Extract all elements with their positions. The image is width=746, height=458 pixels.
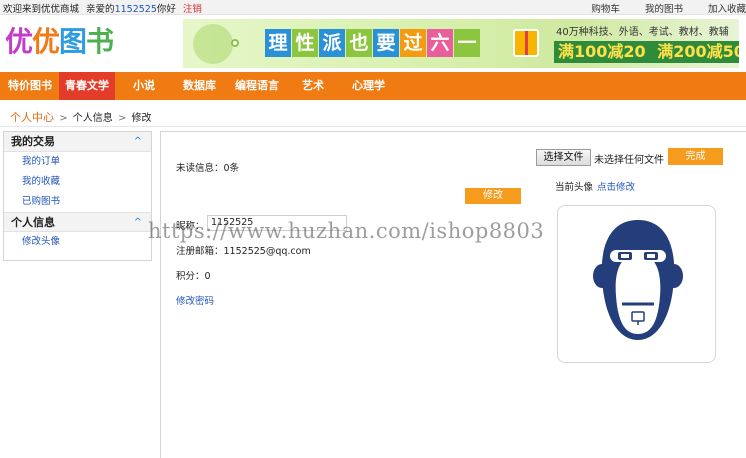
banner-dot-decoration: [231, 39, 239, 47]
breadcrumb-current: 修改: [131, 113, 152, 124]
email-label: 注册邮箱：: [176, 246, 224, 257]
chevron-up-icon[interactable]: ^: [134, 132, 142, 152]
section-title: 我的交易: [11, 135, 55, 148]
email-value: 1152525@qq.com: [223, 246, 311, 257]
breadcrumb: 个人中心 > 个人信息 > 修改: [10, 109, 152, 125]
slogan-char: 派: [319, 29, 345, 57]
choose-file-button[interactable]: 选择文件: [536, 149, 591, 166]
add-favorite-link[interactable]: 加入收藏: [708, 1, 746, 15]
logo-char: 优: [5, 25, 33, 58]
change-password-link[interactable]: 修改密码: [176, 293, 214, 307]
banner-promo-text: 40万种科技、外语、考试、教材、教辅: [556, 27, 729, 38]
nav-item-discount-books[interactable]: 特价图书: [8, 72, 52, 100]
discount-2: 满200减50: [657, 42, 739, 61]
nav-item-programming[interactable]: 编程语言: [235, 72, 279, 100]
slogan-char: 要: [373, 29, 399, 57]
sidebar-section-transactions[interactable]: 我的交易 ^: [4, 132, 151, 152]
chevron-up-icon[interactable]: ^: [134, 213, 142, 233]
welcome-message: 欢迎来到优优商城 亲爱的1152525你好 注销: [3, 1, 202, 15]
top-bar: 欢迎来到优优商城 亲爱的1152525你好 注销 购物车 我的图书 加入收藏: [0, 0, 746, 15]
sidebar-section-personal-info[interactable]: 个人信息 ^: [4, 212, 151, 232]
username: 1152525: [114, 4, 157, 15]
watermark: https://www.huzhan.com/ishop8803: [148, 219, 545, 243]
category-nav: 特价图书 青春文学 小说 数据库 编程语言 艺术 心理学: [0, 72, 746, 100]
unread-label: 未读信息：: [176, 163, 224, 174]
header: 优优图书 理 性 派 也 要 过 六 一 40万种科技、外语、考试、教材、教辅 …: [0, 16, 746, 70]
nav-item-youth-literature[interactable]: 青春文学: [59, 72, 115, 100]
welcome-text: 欢迎来到优优商城: [3, 4, 80, 15]
slogan-char: 六: [427, 29, 453, 57]
greeting-suffix: 你好: [156, 4, 176, 15]
top-links: 购物车 我的图书 加入收藏: [569, 1, 746, 15]
logo-char: 图: [59, 25, 87, 58]
slogan-char: 也: [346, 29, 372, 57]
nav-item-database[interactable]: 数据库: [183, 72, 216, 100]
slogan-char: 理: [265, 29, 291, 57]
breadcrumb-root[interactable]: 个人中心: [10, 111, 54, 124]
cart-link[interactable]: 购物车: [591, 1, 620, 15]
sidebar-item-my-favorites[interactable]: 我的收藏: [4, 172, 151, 192]
monkey-avatar-icon: [593, 220, 683, 340]
done-button[interactable]: 完成: [668, 148, 723, 165]
section-title: 个人信息: [11, 216, 55, 229]
slogan-char: 一: [454, 29, 480, 57]
sidebar-item-change-avatar[interactable]: 修改头像: [4, 232, 151, 252]
site-logo[interactable]: 优优图书: [5, 20, 114, 60]
current-avatar-label: 当前头像: [555, 182, 594, 193]
points-label: 积分：: [176, 271, 205, 282]
logout-link[interactable]: 注销: [183, 4, 202, 15]
slogan-char: 性: [292, 29, 318, 57]
modify-button[interactable]: 修改: [465, 188, 521, 204]
promo-banner[interactable]: 理 性 派 也 要 过 六 一 40万种科技、外语、考试、教材、教辅 满100减…: [183, 19, 739, 68]
discount-1: 满100减20: [558, 42, 646, 61]
nav-item-novel[interactable]: 小说: [133, 72, 155, 100]
click-to-modify-link[interactable]: 点击修改: [597, 182, 635, 193]
greeting-prefix: 亲爱的: [86, 4, 115, 15]
email-row: 注册邮箱：1152525@qq.com: [176, 243, 311, 257]
nav-item-art[interactable]: 艺术: [302, 72, 324, 100]
sidebar: 我的交易 ^ 我的订单 我的收藏 已购图书 个人信息 ^ 修改头像: [3, 131, 152, 261]
banner-circle-decoration: [193, 24, 233, 64]
banner-slogan: 理 性 派 也 要 过 六 一: [265, 29, 481, 57]
breadcrumb-separator: >: [117, 113, 127, 124]
points-value: 0: [204, 271, 211, 282]
sidebar-item-my-orders[interactable]: 我的订单: [4, 152, 151, 172]
unread-messages: 未读信息：0条: [176, 160, 239, 174]
unread-value: 0条: [223, 163, 240, 174]
file-status: 未选择任何文件: [594, 155, 664, 166]
breadcrumb-separator: >: [59, 113, 68, 124]
banner-discount: 满100减20 满200减50: [554, 41, 739, 63]
nav-item-psychology[interactable]: 心理学: [352, 72, 385, 100]
logo-char: 书: [86, 25, 114, 58]
slogan-char: 过: [400, 29, 426, 57]
sidebar-item-purchased-books[interactable]: 已购图书: [4, 192, 151, 212]
my-books-link[interactable]: 我的图书: [645, 1, 683, 15]
avatar-label-row: 当前头像 点击修改: [555, 179, 635, 193]
avatar-frame[interactable]: [557, 205, 716, 363]
points-row: 积分：0: [176, 268, 211, 282]
gift-box-icon: [513, 29, 539, 57]
breadcrumb-level1[interactable]: 个人信息: [73, 113, 113, 124]
logo-char: 优: [32, 25, 60, 58]
divider: [0, 126, 746, 127]
